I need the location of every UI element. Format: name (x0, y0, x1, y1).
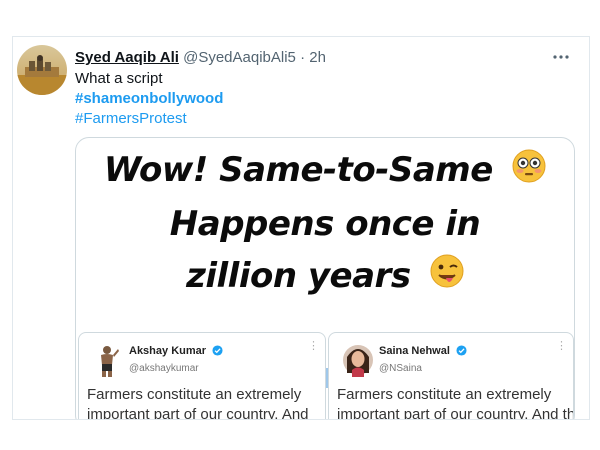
embedded-avatar (343, 343, 373, 377)
embedded-tweet-akshay: Akshay Kumar @akshaykumar ⋮ Farmers cons… (78, 332, 326, 420)
header-separator: · (300, 49, 306, 66)
tweet-timestamp[interactable]: 2h (309, 49, 326, 66)
embedded-handle: @NSaina (379, 363, 422, 374)
embedded-tweet-saina: Saina Nehwal @NSaina ⋮ Farmers constitut… (328, 332, 574, 420)
embedded-tweet-text: Farmers constitute an extremely importan… (87, 386, 309, 420)
embedded-handle: @akshaykumar (129, 363, 199, 374)
verified-badge-icon (212, 345, 223, 359)
winking-tongue-emoji-icon (430, 251, 464, 303)
more-options-icon[interactable] (551, 47, 571, 67)
embedded-display-name: Saina Nehwal (379, 345, 450, 357)
hashtag-shameonbollywood[interactable]: #shameonbollywood (75, 89, 223, 109)
embedded-display-name: Akshay Kumar (129, 345, 207, 357)
embedded-avatar (93, 343, 123, 377)
tweet-media-image[interactable]: Wow! Same-to-Same Happens once in zillio… (75, 137, 575, 420)
vertical-dots-icon: ⋮ (308, 340, 319, 352)
tweet-header: Syed Aaqib Ali @SyedAaqibAli5 · 2h (75, 48, 326, 68)
verified-badge-icon (456, 345, 467, 359)
author-avatar[interactable] (17, 45, 67, 95)
hashtag-farmersprotest[interactable]: #FarmersProtest (75, 109, 187, 129)
flushed-face-emoji-icon (512, 146, 546, 198)
headline-line-1: Wow! Same-to-Same (103, 150, 493, 190)
media-headline: Wow! Same-to-Same Happens once in zillio… (76, 144, 574, 303)
author-avatar-image (17, 45, 67, 95)
vertical-dots-icon: ⋮ (556, 340, 567, 352)
author-handle[interactable]: @SyedAaqibAli5 (183, 49, 296, 66)
tweet-text: What a script (75, 70, 163, 87)
author-display-name[interactable]: Syed Aaqib Ali (75, 49, 179, 66)
headline-line-3: zillion years (186, 255, 411, 296)
headline-line-2: Happens once in (169, 203, 481, 244)
tweet-card[interactable]: Syed Aaqib Ali @SyedAaqibAli5 · 2h What … (12, 36, 590, 420)
embedded-tweet-text: Farmers constitute an extremely importan… (337, 386, 574, 420)
